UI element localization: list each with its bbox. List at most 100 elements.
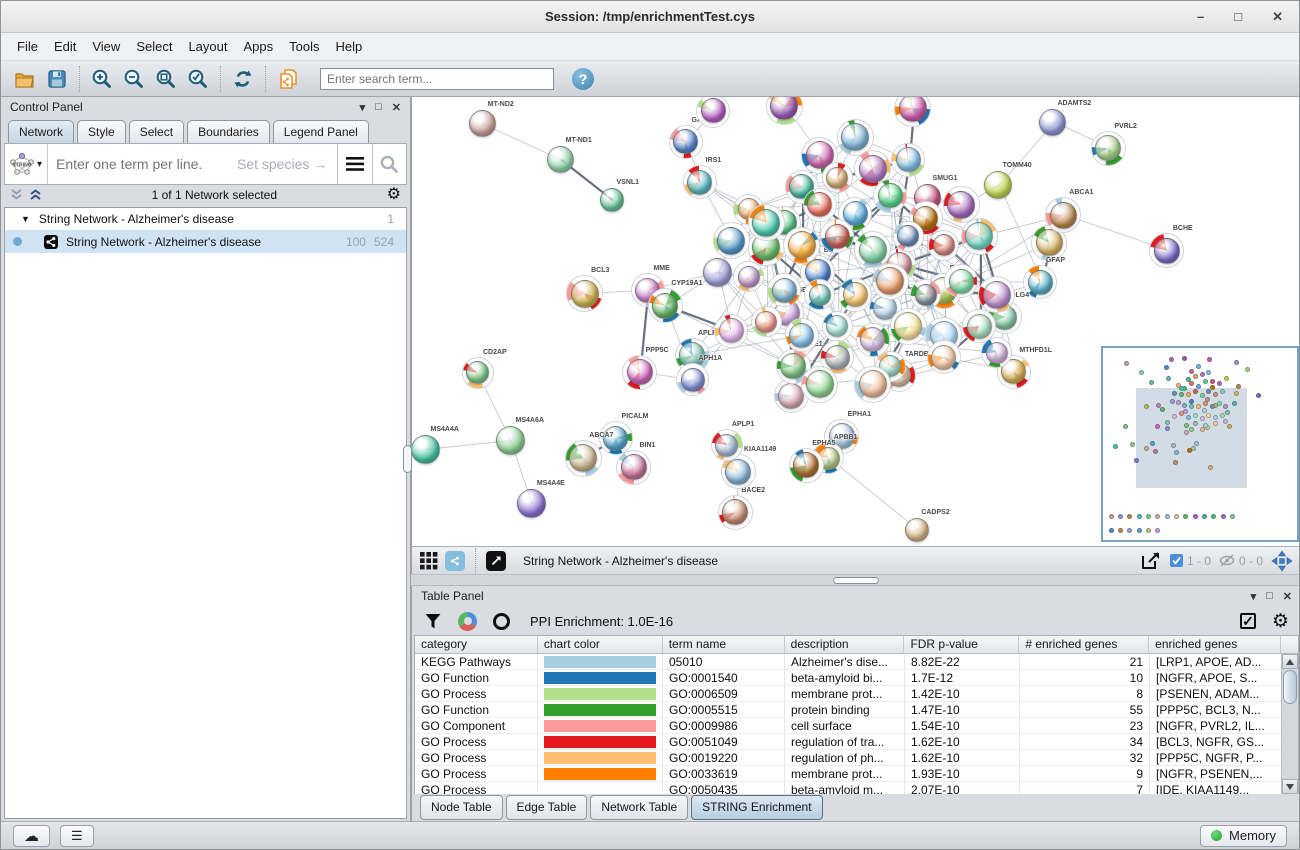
menu-item-apps[interactable]: Apps <box>236 36 282 57</box>
expand-all-icon[interactable] <box>29 189 42 200</box>
network-node[interactable] <box>822 311 853 342</box>
table-vertical-scrollbar[interactable] <box>1281 654 1298 794</box>
ring-chart-icon[interactable] <box>493 613 510 630</box>
zoom-out-button[interactable] <box>118 64 150 94</box>
network-node[interactable] <box>748 204 785 241</box>
close-button[interactable]: ✕ <box>1272 9 1283 25</box>
table-row[interactable]: GO FunctionGO:0001540beta-amyloid bi...1… <box>415 670 1298 686</box>
tab-legend-panel[interactable]: Legend Panel <box>273 120 369 143</box>
panel-collapse-icon[interactable]: ▾ <box>1251 590 1257 603</box>
grid-mode-icon[interactable] <box>420 552 438 570</box>
tab-network-table[interactable]: Network Table <box>590 795 688 820</box>
network-node[interactable] <box>891 143 925 177</box>
task-history-button[interactable]: ☰ <box>60 825 94 847</box>
navigator-icon[interactable] <box>1271 550 1293 572</box>
cloud-tasks-button[interactable]: ☁ <box>13 825 50 847</box>
column-header-fdr-p-value[interactable]: FDR p-value <box>904 636 1019 653</box>
column-header-description[interactable]: description <box>785 636 905 653</box>
minimize-button[interactable]: – <box>1197 9 1204 24</box>
annotation-mode-icon[interactable] <box>486 551 506 571</box>
tab-style[interactable]: Style <box>77 120 126 143</box>
network-node-clu[interactable]: CLU <box>702 257 733 288</box>
collapse-all-icon[interactable] <box>10 189 23 200</box>
table-row[interactable]: GO ProcessGO:0019220regulation of ph...1… <box>415 750 1298 766</box>
copy-network-button[interactable] <box>272 64 304 94</box>
refresh-button[interactable] <box>227 64 259 94</box>
menu-item-help[interactable]: Help <box>328 36 371 57</box>
network-node[interactable] <box>873 179 907 213</box>
select-rows-icon[interactable]: ✓ <box>1240 613 1256 629</box>
network-node[interactable] <box>751 306 782 337</box>
network-node[interactable] <box>714 314 748 348</box>
network-node[interactable] <box>872 263 909 300</box>
open-session-button[interactable] <box>9 64 41 94</box>
tab-node-table[interactable]: Node Table <box>420 795 503 820</box>
zoom-fit-button[interactable] <box>150 64 182 94</box>
network-node-cd2ap[interactable]: CD2AP <box>462 357 494 389</box>
splitter-grip[interactable] <box>833 577 879 584</box>
network-node-ppp5c[interactable]: PPP5C <box>622 355 657 390</box>
panel-close-icon[interactable]: ✕ <box>392 101 401 114</box>
horizontal-splitter[interactable] <box>411 574 1300 586</box>
gear-icon[interactable]: ⚙ <box>387 187 401 203</box>
menu-item-tools[interactable]: Tools <box>281 36 327 57</box>
column-header-category[interactable]: category <box>415 636 538 653</box>
scroll-up-arrow[interactable] <box>1282 654 1298 669</box>
maximize-button[interactable]: □ <box>1234 9 1242 24</box>
network-node-bin1[interactable]: BIN1 <box>616 450 651 485</box>
network-node[interactable] <box>783 227 820 264</box>
network-node-tomm40[interactable]: TOMM40 <box>983 170 1013 200</box>
network-node-ms4a4a[interactable]: MS4A4A <box>411 434 441 465</box>
string-protein-query-button[interactable]: STRING ▾ <box>5 151 47 177</box>
menu-item-layout[interactable]: Layout <box>180 36 235 57</box>
panel-float-icon[interactable]: □ <box>375 101 382 113</box>
network-node[interactable] <box>838 278 872 312</box>
network-node[interactable] <box>713 222 750 259</box>
export-network-icon[interactable] <box>1140 551 1162 571</box>
network-node[interactable] <box>767 273 801 307</box>
network-collection-row[interactable]: ▼ String Network - Alzheimer's disease 1 <box>5 208 406 230</box>
network-node-irs1[interactable]: IRS1 <box>683 165 717 199</box>
scrollbar-thumb[interactable] <box>1283 670 1297 704</box>
tab-network[interactable]: Network <box>8 120 74 143</box>
table-row[interactable]: GO ProcessGO:0051049regulation of tra...… <box>415 734 1298 750</box>
network-node[interactable] <box>785 318 819 352</box>
scroll-down-arrow[interactable] <box>1282 779 1298 794</box>
save-session-button[interactable] <box>41 64 73 94</box>
network-node-epha5[interactable]: EPHA5 <box>789 448 824 483</box>
network-node[interactable] <box>890 308 927 345</box>
network-node[interactable] <box>696 97 730 128</box>
network-node-pvrl2[interactable]: PVRL2 <box>1091 131 1126 166</box>
network-node-aplp1[interactable]: APLP1 <box>711 429 743 461</box>
table-row[interactable]: KEGG Pathways05010Alzheimer's dise...8.8… <box>415 654 1298 670</box>
birdseye-view[interactable] <box>1101 346 1299 542</box>
filter-icon[interactable] <box>424 613 442 630</box>
table-row[interactable]: GO ProcessGO:0006509membrane prot...1.42… <box>415 686 1298 702</box>
column-header--enriched-genes[interactable]: # enriched genes <box>1019 636 1149 653</box>
string-query-input[interactable] <box>56 156 237 172</box>
gear-icon[interactable]: ⚙ <box>1272 612 1289 631</box>
disclosure-triangle-icon[interactable]: ▼ <box>21 214 30 224</box>
menu-item-edit[interactable]: Edit <box>46 36 84 57</box>
table-row[interactable]: GO ProcessGO:0050435beta-amyloid m...2.0… <box>415 782 1298 794</box>
table-row[interactable]: GO ProcessGO:0033619membrane prot...1.93… <box>415 766 1298 782</box>
network-node[interactable] <box>928 230 959 261</box>
tab-select[interactable]: Select <box>129 120 184 143</box>
network-node-bace2[interactable]: BACE2 <box>718 495 753 530</box>
zoom-in-button[interactable] <box>86 64 118 94</box>
network-node[interactable] <box>927 340 961 374</box>
column-header-chart-color[interactable]: chart color <box>538 636 663 653</box>
network-node-gab2[interactable]: GAB2 <box>669 125 703 159</box>
table-row[interactable]: GO ComponentGO:0009986cell surface1.54E-… <box>415 718 1298 734</box>
network-node[interactable] <box>893 221 924 252</box>
menu-item-file[interactable]: File <box>9 36 46 57</box>
tab-boundaries[interactable]: Boundaries <box>187 120 270 143</box>
network-canvas[interactable]: MT-ND2MT-ND1VSNL1GAB2IRS1ADAMTS2SMUG1TOM… <box>411 97 1300 546</box>
network-node[interactable] <box>804 279 835 310</box>
network-node[interactable] <box>801 366 838 403</box>
query-options-button[interactable] <box>337 144 371 184</box>
chart-settings-icon[interactable] <box>458 612 477 631</box>
table-row[interactable]: GO FunctionGO:0005515protein binding1.47… <box>415 702 1298 718</box>
network-node-adamts2[interactable]: ADAMTS2 <box>1038 108 1067 137</box>
panel-collapse-icon[interactable]: ▾ <box>360 101 366 114</box>
